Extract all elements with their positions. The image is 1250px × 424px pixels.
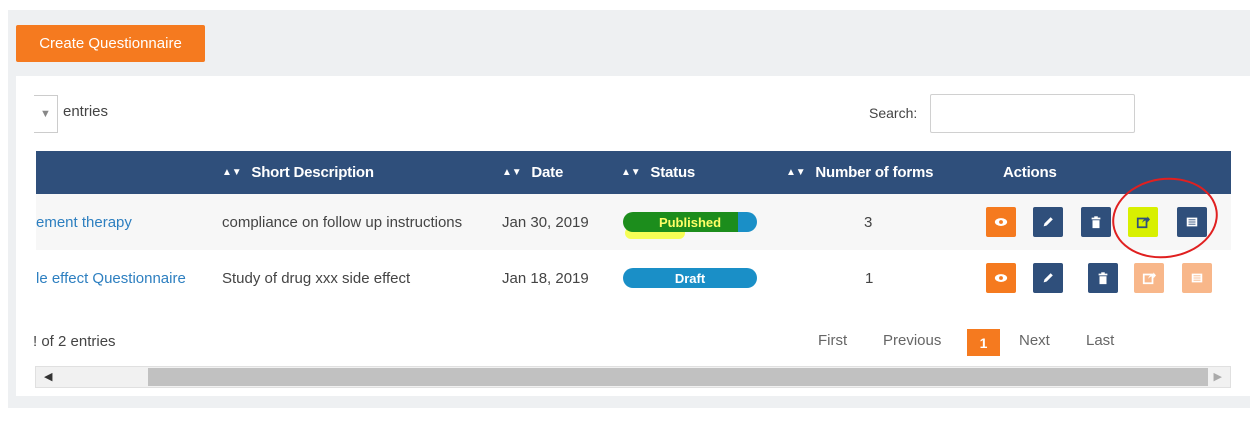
chevron-down-icon: ▼ (40, 108, 51, 120)
scroll-thumb[interactable] (148, 368, 1208, 386)
date-cell: Jan 30, 2019 (502, 213, 589, 231)
number-of-forms-cell: 1 (865, 269, 874, 287)
column-header-short-description[interactable]: ▲▼ Short Description (222, 151, 374, 194)
short-description-cell: Study of drug xxx side effect (222, 269, 411, 287)
edit-button[interactable] (1033, 207, 1063, 237)
status-badge: Published (623, 212, 757, 232)
column-header-status[interactable]: ▲▼ Status (621, 151, 695, 194)
list-icon (1191, 273, 1203, 283)
sort-icon: ▲▼ (502, 166, 522, 178)
column-header-date[interactable]: ▲▼ Date (502, 151, 563, 194)
pagination-previous[interactable]: Previous (883, 332, 941, 349)
view-button[interactable] (986, 207, 1016, 237)
edit-button[interactable] (1033, 263, 1063, 293)
create-questionnaire-button[interactable]: Create Questionnaire (16, 25, 205, 62)
view-button[interactable] (986, 263, 1016, 293)
pagination-next[interactable]: Next (1019, 332, 1050, 349)
pagination-page-1[interactable]: 1 (967, 329, 1000, 356)
number-of-forms-cell: 3 (864, 213, 873, 231)
column-header-number-of-forms[interactable]: ▲▼ Number of forms (786, 151, 933, 194)
search-label: Search: (869, 105, 918, 121)
trash-icon (1091, 216, 1101, 229)
status-badge: Draft (623, 268, 757, 288)
questionnaire-name-link[interactable]: ement therapy (36, 194, 132, 250)
column-header-label: Number of forms (815, 164, 934, 181)
eye-icon (994, 218, 1008, 226)
search-input[interactable] (930, 94, 1135, 133)
delete-button[interactable] (1088, 263, 1118, 293)
scroll-left-arrow-icon[interactable]: ◀ (44, 370, 52, 383)
pencil-icon (1043, 217, 1053, 227)
eye-icon (994, 274, 1008, 282)
pagination-last[interactable]: Last (1086, 332, 1114, 349)
column-header-label: Short Description (251, 164, 374, 181)
sort-icon: ▲▼ (222, 166, 242, 178)
trash-icon (1098, 272, 1108, 285)
column-header-actions: Actions (1003, 151, 1057, 194)
scroll-right-arrow-icon[interactable]: ▶ (1214, 370, 1222, 383)
entries-label: entries (63, 103, 109, 120)
table-row: ement therapy compliance on follow up in… (36, 194, 1231, 250)
horizontal-scrollbar[interactable]: ◀ ▶ (35, 366, 1231, 388)
share-icon (1142, 272, 1156, 285)
short-description-cell: compliance on follow up instructions (222, 213, 463, 231)
table-row: le effect Questionnaire Study of drug xx… (36, 250, 1231, 306)
column-header-label: Date (531, 164, 564, 181)
entries-length-select[interactable]: ▼ (34, 95, 58, 133)
sort-icon: ▲▼ (621, 166, 641, 178)
share-button[interactable] (1134, 263, 1164, 293)
responses-list-button[interactable] (1182, 263, 1212, 293)
delete-button[interactable] (1081, 207, 1111, 237)
pencil-icon (1043, 273, 1053, 283)
column-header-label: Status (650, 164, 696, 181)
date-cell: Jan 18, 2019 (502, 269, 589, 287)
questionnaire-name-link[interactable]: le effect Questionnaire (36, 250, 186, 306)
sort-icon: ▲▼ (786, 166, 806, 178)
column-header-label: Actions (1003, 164, 1057, 181)
pagination-first[interactable]: First (818, 332, 847, 349)
table-info: ! of 2 entries (33, 333, 116, 350)
table-header: ▲▼ Short Description ▲▼ Date ▲▼ Status ▲… (36, 151, 1231, 194)
